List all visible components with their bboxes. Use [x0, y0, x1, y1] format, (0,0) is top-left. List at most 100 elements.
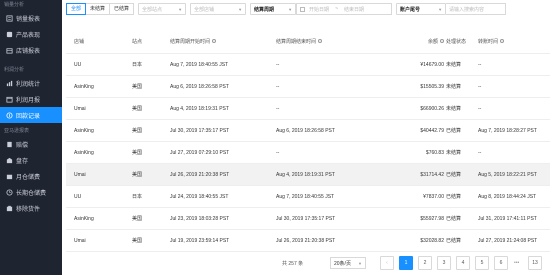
sidebar-item-product-performance[interactable]: 产品表现: [0, 26, 62, 42]
table-row[interactable]: UU 日本 Jul 24, 2019 18:40:55 JST Aug 7, 2019…: [66, 186, 550, 208]
page-button-5[interactable]: 5: [475, 256, 489, 270]
sidebar-item-sales-report[interactable]: 销量报表: [0, 10, 62, 26]
cell-period-start: Jul 19, 2019 23:59:14 PST: [170, 237, 230, 244]
cell-balance: $31714.42: [420, 171, 444, 178]
header-balance-label: 余额: [427, 38, 438, 45]
store-select-placeholder: 全部店铺: [194, 6, 215, 13]
sidebar-item-label: 产品表现: [16, 32, 41, 39]
table-row[interactable]: AsinKing 美国 Jul 27, 2019 07:29:10 PST -- $76…: [66, 142, 550, 164]
table-row[interactable]: Umai 美国 Jul 26, 2019 21:20:38 PST Aug 4, 20…: [66, 164, 550, 186]
sidebar-item-profit-monthly[interactable]: 利润月报: [0, 91, 62, 107]
sidebar-item-label: 回款记录: [16, 113, 41, 120]
sidebar-item-profit-stats[interactable]: 利润统计: [0, 75, 62, 91]
sort-icon[interactable]: [318, 39, 323, 43]
cell-status: 已结算: [446, 128, 462, 134]
page-size-select[interactable]: 20条/页 ▼: [330, 257, 366, 269]
sidebar-item-label: 赔偿: [16, 142, 29, 149]
search-input[interactable]: 请输入搜索内容: [446, 3, 507, 15]
table-row[interactable]: Umai 美国 Aug 4, 2019 18:19:31 PST -- $66900.2…: [66, 98, 550, 120]
table-row[interactable]: UU 日本 Aug 7, 2019 18:40:55 JST -- ¥14679.00 未…: [66, 54, 550, 76]
cell-transfer-time: Jul 27, 2019 21:24:08 PST: [478, 237, 538, 244]
cell-period-end: --: [276, 105, 280, 112]
filter-bar: 全部 未结算 已结算 全部站点 ▼ 全部店铺 ▼ 结算周期 ▼ 开始日期 ~ 结…: [66, 2, 507, 16]
cell-store: Umai: [74, 105, 86, 112]
period-select[interactable]: 结算周期 ▼: [250, 3, 297, 15]
pagination: 共 257 条 20条/页 ▼ ‹ 1 2 3 4 5 6 ••• 13: [62, 255, 553, 271]
sidebar-item-monthly-storage-fee[interactable]: 月仓储费: [0, 168, 62, 184]
sort-icon[interactable]: [212, 39, 217, 43]
site-select[interactable]: 全部站点 ▼: [138, 3, 187, 15]
cell-store: AsinKing: [74, 83, 94, 90]
date-range-picker[interactable]: 开始日期 ~ 结束日期: [296, 3, 393, 15]
cell-period-end: Aug 6, 2019 18:26:58 PST: [276, 127, 335, 134]
inventory-icon: [6, 157, 13, 164]
page-button-last[interactable]: 13: [528, 256, 542, 270]
cell-transfer-time: --: [478, 61, 482, 68]
header-transfer-time[interactable]: 转账时间: [478, 29, 505, 53]
store-icon: [6, 47, 13, 54]
page-button-6[interactable]: 6: [494, 256, 508, 270]
sidebar-item-inventory[interactable]: 盘存: [0, 152, 62, 168]
chevron-down-icon: ▼: [358, 260, 362, 266]
header-period-start[interactable]: 结算周期开始时间: [170, 29, 217, 53]
pagination-ellipsis[interactable]: •••: [514, 260, 519, 266]
cell-period-start: Jul 30, 2019 17:35:17 PST: [170, 127, 230, 134]
cell-status: 已结算: [446, 216, 462, 222]
stats-icon: [6, 80, 13, 87]
store-select[interactable]: 全部店铺 ▼: [190, 3, 247, 15]
sort-icon[interactable]: [500, 39, 505, 43]
header-period-start-label: 结算周期开始时间: [170, 38, 211, 45]
header-period-end[interactable]: 结算周期结束时间: [276, 29, 323, 53]
cell-period-start: Jul 23, 2019 18:03:28 PST: [170, 215, 230, 222]
status-tab-unsettled[interactable]: 未结算: [85, 3, 111, 15]
sidebar-item-compensation[interactable]: 赔偿: [0, 136, 62, 152]
cell-store: AsinKing: [74, 149, 94, 156]
search-placeholder: 请输入搜索内容: [449, 6, 485, 13]
table-row[interactable]: Umai 美国 Jul 19, 2019 23:59:14 PST Jul 26, 2…: [66, 230, 550, 252]
removal-icon: [6, 205, 13, 212]
header-balance[interactable]: 余额: [428, 29, 444, 53]
header-status: 处理状态: [446, 38, 467, 45]
payment-icon: [6, 111, 13, 119]
cell-transfer-time: Aug 5, 2019 18:22:21 PST: [478, 171, 537, 178]
cell-period-start: Aug 7, 2019 18:40:55 JST: [170, 61, 229, 68]
table-row[interactable]: AsinKing 美国 Jul 23, 2019 18:03:28 PST Jul 3…: [66, 208, 550, 230]
page-button-2[interactable]: 2: [418, 256, 432, 270]
sidebar-item-store-report[interactable]: 店铺报表: [0, 42, 62, 58]
page-button-3[interactable]: 3: [437, 256, 451, 270]
prev-page-button[interactable]: ‹: [380, 256, 394, 270]
cell-period-start: Aug 4, 2019 18:19:31 PST: [170, 105, 229, 112]
chevron-down-icon: ▼: [178, 6, 183, 12]
cell-site: 美国: [132, 106, 143, 112]
cell-status: 已结算: [446, 238, 462, 244]
sidebar-item-label: 利润统计: [16, 81, 41, 88]
compensation-icon: [6, 141, 13, 148]
end-date-input[interactable]: 结束日期: [344, 6, 364, 13]
page-button-1[interactable]: 1: [399, 256, 413, 270]
table-header: 店铺 站点 结算周期开始时间 结算周期结束时间 余额 处理状态 转账时间: [66, 29, 550, 54]
sidebar-group-sales: 销量分析: [4, 2, 25, 8]
table-row[interactable]: AsinKing 美国 Aug 6, 2019 18:26:58 PST -- $155…: [66, 76, 550, 98]
cell-site: 美国: [132, 128, 143, 134]
cell-store: Umai: [74, 171, 86, 178]
cell-store: AsinKing: [74, 127, 94, 134]
table-row[interactable]: AsinKing 美国 Jul 30, 2019 17:35:17 PST Aug 6…: [66, 120, 550, 142]
cell-site: 美国: [132, 238, 143, 244]
page-button-4[interactable]: 4: [456, 256, 470, 270]
sort-icon[interactable]: [440, 39, 444, 43]
sidebar-item-label: 店铺报表: [16, 48, 41, 55]
start-date-input[interactable]: 开始日期: [309, 6, 329, 13]
status-tab-settled[interactable]: 已结算: [109, 3, 135, 15]
main-content: 全部 未结算 已结算 全部站点 ▼ 全部店铺 ▼ 结算周期 ▼ 开始日期 ~ 结…: [62, 0, 553, 275]
sidebar: 销量分析 销量报表 产品表现 店铺报表 利润分析 利润统计 利润月报 回款记录 …: [0, 0, 62, 275]
account-select[interactable]: 账户尾号 ▼: [396, 3, 447, 15]
sidebar-item-removal-shipments[interactable]: 移除货件: [0, 200, 62, 216]
sidebar-item-long-term-storage-fee[interactable]: 长期仓储费: [0, 184, 62, 200]
cell-status: 未结算: [446, 106, 462, 112]
status-tab-all[interactable]: 全部: [66, 3, 87, 15]
cell-status: 未结算: [446, 150, 462, 156]
cell-status: 已结算: [446, 172, 462, 178]
date-separator: ~: [335, 6, 338, 12]
cell-balance: $66900.26: [420, 105, 444, 112]
sidebar-item-payment-records[interactable]: 回款记录: [0, 107, 62, 123]
